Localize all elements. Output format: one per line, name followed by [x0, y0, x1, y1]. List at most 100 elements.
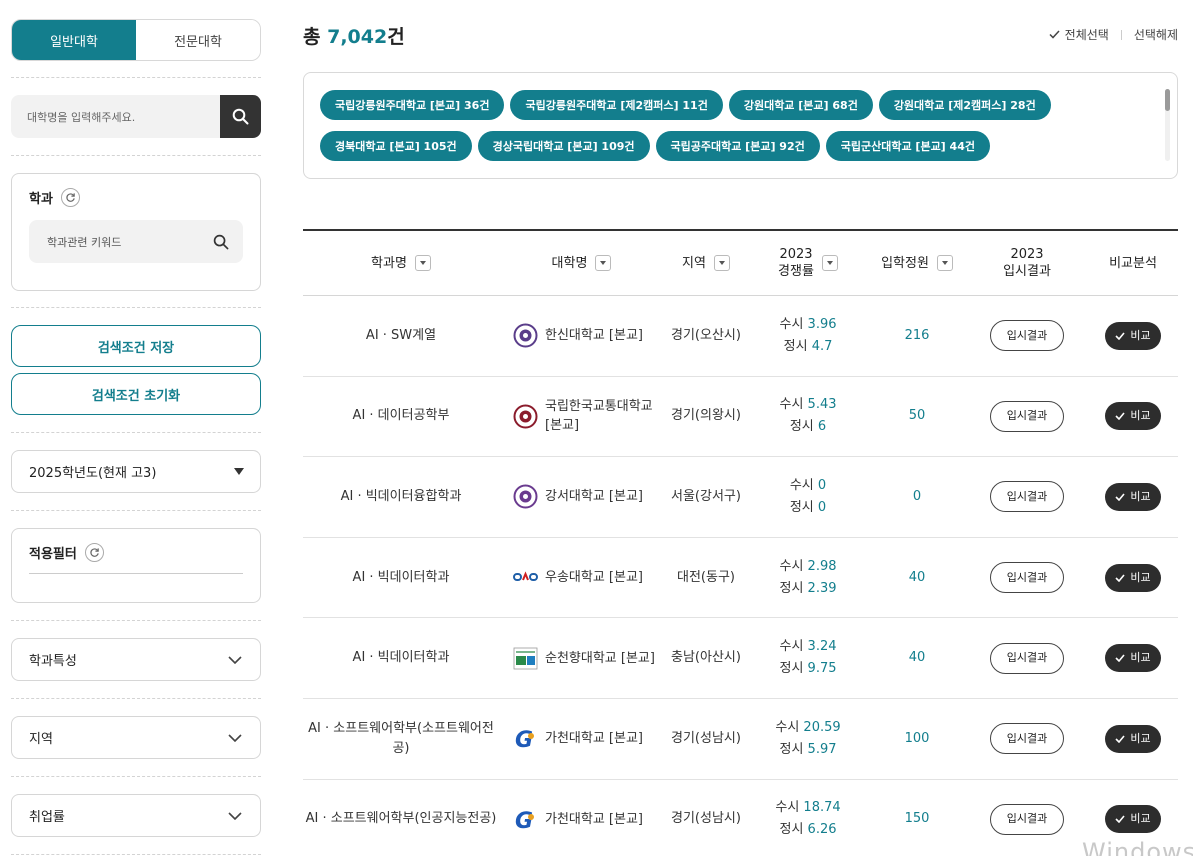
caret-down-icon: [826, 261, 833, 265]
sort-button[interactable]: [414, 255, 431, 271]
header-major: 학과명: [303, 255, 499, 272]
compare-button[interactable]: 비교: [1105, 563, 1161, 592]
university-name[interactable]: 가천대학교 [본교]: [545, 810, 643, 829]
university-name[interactable]: 가천대학교 [본교]: [545, 729, 643, 748]
major-name[interactable]: AI · 소프트웨어학부(인공지능전공): [303, 809, 499, 829]
major-refresh-button[interactable]: [60, 188, 80, 207]
check-icon: [1115, 412, 1125, 421]
caret-down-icon: [718, 261, 725, 265]
compare-cell: 비교: [1088, 724, 1178, 753]
compare-button[interactable]: 비교: [1105, 724, 1161, 753]
chevron-down-icon: [228, 733, 242, 742]
header-compare: 비교분석: [1109, 255, 1157, 271]
university-name[interactable]: 순천향대학교 [본교]: [545, 649, 655, 668]
accordion-label: 지역: [29, 732, 53, 747]
accordion-label: 학과특성: [29, 654, 77, 669]
university-chip[interactable]: 국립강릉원주대학교 [본교] 36건: [320, 90, 505, 120]
major-keyword-input[interactable]: 학과관련 키워드: [29, 220, 243, 263]
admission-result-button[interactable]: 입시결과: [990, 320, 1064, 352]
region: 서울(강서구): [671, 488, 741, 504]
compare-button[interactable]: 비교: [1105, 321, 1161, 350]
jeongsi-rate: 9.75: [807, 661, 837, 677]
refresh-icon: [90, 548, 99, 557]
deselect-button[interactable]: 선택해제: [1134, 26, 1178, 43]
divider: [11, 77, 261, 78]
chip-scrollbar[interactable]: [1165, 89, 1170, 161]
university-chip[interactable]: 국립공주대학교 [본교] 92건: [655, 131, 820, 161]
search-icon: [232, 108, 249, 125]
university-chip[interactable]: 국립군산대학교 [본교] 44건: [825, 131, 990, 161]
admission-result-button[interactable]: 입시결과: [990, 562, 1064, 594]
compare-button[interactable]: 비교: [1105, 402, 1161, 431]
university-name[interactable]: 한신대학교 [본교]: [545, 326, 643, 345]
university-search: 대학명을 입력해주세요.: [11, 95, 261, 138]
region: 경기(의왕시): [671, 408, 741, 424]
select-all-button[interactable]: 전체선택: [1065, 26, 1109, 43]
caret-down-icon: [419, 261, 426, 265]
susi-rate: 18.74: [803, 800, 841, 816]
region: 경기(성남시): [671, 811, 741, 827]
filter-refresh-button[interactable]: [84, 543, 104, 562]
sidebar: 일반대학 전문대학 대학명을 입력해주세요. 학과 학과관련 키워드 검색조건 …: [11, 19, 261, 855]
sort-button[interactable]: [713, 255, 730, 271]
susi-rate: 0: [817, 477, 827, 493]
caret-down-icon: [941, 261, 948, 265]
university-search-input[interactable]: 대학명을 입력해주세요.: [11, 95, 220, 138]
compare-button[interactable]: 비교: [1105, 482, 1161, 511]
divider: [11, 155, 261, 156]
compare-button[interactable]: 비교: [1105, 805, 1161, 834]
admission-result-button[interactable]: 입시결과: [990, 642, 1064, 674]
school-year-select[interactable]: 2025학년도(현재 고3): [11, 450, 261, 493]
divider: [11, 698, 261, 699]
total-count: 총 7,042건: [303, 26, 405, 48]
check-icon: [1049, 30, 1060, 39]
university-name[interactable]: 우송대학교 [본교]: [545, 568, 643, 587]
university-name[interactable]: 국립한국교통대학교 [본교]: [545, 397, 664, 435]
university-name[interactable]: 강서대학교 [본교]: [545, 487, 643, 506]
accordion-employment-rate[interactable]: 취업률: [11, 794, 261, 837]
admission-quota: 40: [908, 569, 926, 585]
university-chip[interactable]: 경상국립대학교 [본교] 109건: [477, 131, 650, 161]
university-logo-icon: [513, 484, 538, 509]
separator: [1120, 29, 1122, 40]
check-icon: [1115, 735, 1125, 743]
admission-result-button[interactable]: 입시결과: [990, 481, 1064, 513]
region: 충남(아산시): [671, 650, 741, 666]
university-cell: 강서대학교 [본교]: [499, 484, 664, 509]
university-chip[interactable]: 강원대학교 [본교] 68건: [728, 90, 873, 120]
major-name[interactable]: AI · 빅데이터융합학과: [303, 487, 499, 507]
scrollbar-thumb[interactable]: [1165, 89, 1170, 111]
compare-button[interactable]: 비교: [1105, 644, 1161, 673]
university-chip[interactable]: 국립강릉원주대학교 [제2캠퍼스] 11건: [510, 90, 723, 120]
filter-underline: [29, 573, 243, 574]
sort-button[interactable]: [821, 255, 838, 271]
major-name[interactable]: AI · SW계열: [303, 326, 499, 346]
admission-result-button[interactable]: 입시결과: [990, 400, 1064, 432]
check-icon: [1115, 574, 1125, 582]
applied-filter-panel: 적용필터: [11, 528, 261, 603]
university-search-button[interactable]: [220, 95, 261, 138]
sort-button[interactable]: [595, 255, 612, 271]
tab-junior-college[interactable]: 전문대학: [136, 20, 260, 60]
accordion-region[interactable]: 지역: [11, 716, 261, 759]
university-chip[interactable]: 강원대학교 [제2캠퍼스] 28건: [878, 90, 1051, 120]
table-row: AI · 빅데이터융합학과 강서대학교 [본교] 서울(강서구) 수시 0 정시…: [303, 457, 1178, 538]
refresh-icon: [66, 193, 75, 202]
compare-button-label: 비교: [1130, 328, 1151, 342]
university-chip[interactable]: 경북대학교 [본교] 105건: [320, 131, 472, 161]
compare-button-label: 비교: [1130, 651, 1151, 665]
search-icon: [213, 234, 229, 249]
major-name[interactable]: AI · 데이터공학부: [303, 406, 499, 426]
admission-result-button[interactable]: 입시결과: [990, 723, 1064, 755]
accordion-major-feature[interactable]: 학과특성: [11, 638, 261, 681]
save-search-button[interactable]: 검색조건 저장: [11, 325, 261, 367]
major-name[interactable]: AI · 소프트웨어학부(소프트웨어전공): [303, 719, 499, 759]
admission-result-button[interactable]: 입시결과: [990, 803, 1064, 835]
major-name[interactable]: AI · 빅데이터학과: [303, 648, 499, 668]
compare-button-label: 비교: [1130, 570, 1151, 584]
reset-search-button[interactable]: 검색조건 초기화: [11, 373, 261, 415]
tab-general-university[interactable]: 일반대학: [12, 20, 136, 60]
major-name[interactable]: AI · 빅데이터학과: [303, 568, 499, 588]
admission-quota: 0: [912, 488, 922, 504]
sort-button[interactable]: [936, 255, 953, 271]
